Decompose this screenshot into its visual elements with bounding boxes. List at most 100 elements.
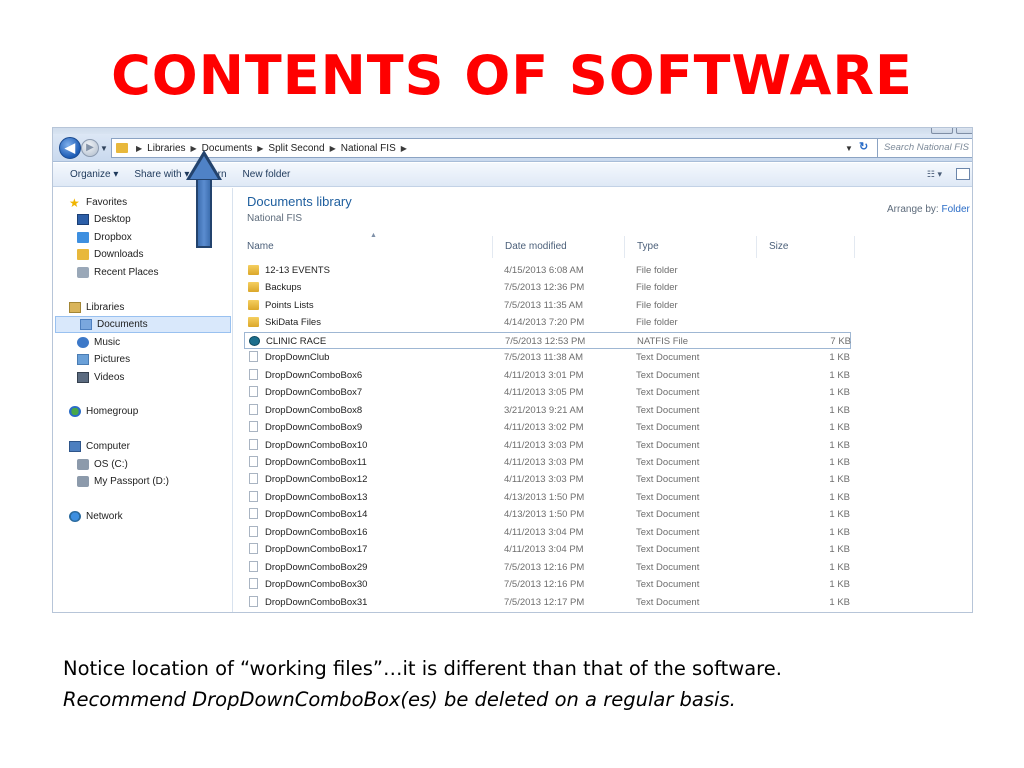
forward-button[interactable]: ▶ — [81, 139, 99, 157]
nav-music[interactable]: Music — [77, 334, 120, 351]
file-date-modified: 4/11/2013 3:04 PM — [504, 544, 584, 556]
file-type: Text Document — [636, 404, 700, 416]
file-row[interactable]: DropDownComboBox31 7/5/2013 12:17 PM Text … — [244, 594, 851, 611]
file-row[interactable]: Backups 7/5/2013 12:36 PM File folder — [244, 279, 851, 296]
file-row[interactable]: DropDownComboBox16 4/11/2013 3:04 PM Text … — [244, 524, 851, 541]
file-size: 1 KB — [829, 596, 850, 608]
nav-os-c[interactable]: OS (C:) — [77, 456, 128, 473]
nav-libraries[interactable]: Libraries — [69, 299, 124, 316]
network-icon — [69, 511, 81, 522]
file-row[interactable]: DropDownClub 7/5/2013 11:38 AM Text Docume… — [244, 349, 851, 366]
file-row[interactable]: 12-13 EVENTS 4/15/2013 6:08 AM File folder — [244, 262, 851, 279]
address-dropdown-icon[interactable]: ▼ — [845, 144, 853, 153]
arrange-by[interactable]: Arrange by: Folder — [887, 204, 970, 215]
file-date-modified: 4/11/2013 3:03 PM — [504, 439, 584, 451]
file-name: DropDownClub — [265, 352, 330, 364]
folder-icon — [116, 143, 128, 153]
nav-desktop[interactable]: Desktop — [77, 211, 131, 228]
file-size: 1 KB — [829, 491, 850, 503]
file-size: 1 KB — [829, 369, 850, 381]
column-header-date[interactable]: Date modified — [492, 236, 624, 258]
file-date-modified: 7/5/2013 12:16 PM — [504, 579, 585, 591]
annotation-arrow-shaft — [196, 178, 212, 248]
back-button[interactable]: ◀ — [59, 137, 81, 159]
new-folder-button[interactable]: New folder — [243, 169, 291, 180]
file-name: Backups — [265, 282, 302, 294]
recent-pages-dropdown[interactable]: ▼ — [100, 144, 108, 153]
maximize-button[interactable] — [956, 128, 972, 134]
nav-documents[interactable]: Documents — [55, 316, 231, 333]
explorer-window: ◀ ▶ ▼ ▶ Libraries ▶ Documents ▶ Split Se… — [52, 127, 973, 613]
file-row[interactable]: DropDownComboBox10 4/11/2013 3:03 PM Text … — [244, 437, 851, 454]
chevron-right-icon[interactable]: ▶ — [401, 144, 407, 153]
file-size: 7 KB — [830, 335, 851, 347]
file-row[interactable]: DropDownComboBox8 3/21/2013 9:21 AM Text D… — [244, 402, 851, 419]
search-input[interactable]: Search National FIS — [877, 138, 972, 158]
file-date-modified: 7/5/2013 12:53 PM — [505, 335, 586, 347]
column-header-size[interactable]: Size — [756, 236, 854, 258]
file-size: 1 KB — [829, 387, 850, 399]
breadcrumb-libraries[interactable]: Libraries — [147, 143, 185, 154]
file-row[interactable]: DropDownComboBox12 4/11/2013 3:03 PM Text … — [244, 471, 851, 488]
natfis-file-icon — [249, 335, 260, 346]
preview-pane-icon[interactable] — [956, 168, 970, 180]
nav-pictures[interactable]: Pictures — [77, 351, 130, 368]
file-name: DropDownComboBox12 — [265, 474, 368, 486]
breadcrumb-national-fis[interactable]: National FIS — [341, 143, 396, 154]
chevron-right-icon[interactable]: ▶ — [330, 144, 336, 153]
file-type: Text Document — [636, 352, 700, 364]
file-date-modified: 7/5/2013 12:16 PM — [504, 561, 585, 573]
file-type: File folder — [636, 299, 678, 311]
file-row[interactable]: DropDownComboBox30 7/5/2013 12:16 PM Text … — [244, 576, 851, 593]
minimize-button[interactable] — [931, 128, 953, 134]
dropbox-icon — [77, 232, 89, 243]
libraries-icon — [69, 302, 81, 313]
refresh-icon[interactable]: ↻ — [859, 140, 868, 153]
file-date-modified: 4/11/2013 3:03 PM — [504, 474, 584, 486]
file-row[interactable]: DropDownComboBox11 4/11/2013 3:03 PM Text … — [244, 454, 851, 471]
arrange-value[interactable]: Folder — [941, 204, 969, 215]
chevron-right-icon[interactable]: ▶ — [257, 144, 263, 153]
nav-favorites[interactable]: ★ Favorites — [69, 194, 127, 211]
text-document-icon — [249, 386, 258, 398]
chevron-right-icon[interactable]: ▶ — [136, 144, 142, 153]
nav-recent-places[interactable]: Recent Places — [77, 264, 158, 281]
nav-downloads[interactable]: Downloads — [77, 246, 143, 263]
nav-my-passport[interactable]: My Passport (D:) — [77, 473, 169, 490]
column-header-type[interactable]: Type — [624, 236, 756, 258]
file-row[interactable]: Points Lists 7/5/2013 11:35 AM File folder — [244, 297, 851, 314]
address-field[interactable]: ▶ Libraries ▶ Documents ▶ Split Second ▶… — [111, 138, 881, 158]
file-row[interactable]: DropDownComboBox17 4/11/2013 3:04 PM Text … — [244, 541, 851, 558]
file-row[interactable]: DropDownComboBox13 4/13/2013 1:50 PM Text … — [244, 489, 851, 506]
nav-homegroup[interactable]: Homegroup — [69, 403, 138, 420]
file-row[interactable]: CLINIC RACE 7/5/2013 12:53 PM NATFIS File 7… — [244, 331, 851, 349]
text-document-icon — [249, 473, 258, 485]
file-size: 1 KB — [829, 509, 850, 521]
nav-network[interactable]: Network — [69, 508, 123, 525]
file-size: 1 KB — [829, 474, 850, 486]
nav-label: Videos — [94, 372, 125, 383]
file-date-modified: 7/5/2013 12:17 PM — [504, 596, 585, 608]
share-with-button[interactable]: Share with ▾ — [134, 169, 189, 180]
file-row[interactable]: DropDownComboBox6 4/11/2013 3:01 PM Text D… — [244, 367, 851, 384]
downloads-icon — [77, 249, 89, 260]
change-view-icon[interactable]: ☷ ▾ — [927, 169, 942, 180]
column-divider[interactable] — [854, 236, 855, 258]
organize-button[interactable]: Organize ▾ — [70, 169, 118, 180]
nav-computer[interactable]: Computer — [69, 438, 130, 455]
file-row[interactable]: DropDownComboBox29 7/5/2013 12:16 PM Text … — [244, 559, 851, 576]
breadcrumb-split-second[interactable]: Split Second — [268, 143, 324, 154]
file-type: Text Document — [636, 579, 700, 591]
file-row[interactable]: DropDownComboBox9 4/11/2013 3:02 PM Text D… — [244, 419, 851, 436]
nav-dropbox[interactable]: Dropbox — [77, 229, 132, 246]
file-row[interactable]: DropDownComboBox14 4/13/2013 1:50 PM Text … — [244, 506, 851, 523]
nav-label: My Passport (D:) — [94, 476, 170, 487]
file-type: Text Document — [636, 544, 700, 556]
file-row[interactable]: SkiData Files 4/14/2013 7:20 PM File folde… — [244, 314, 851, 331]
nav-videos[interactable]: Videos — [77, 369, 124, 386]
file-date-modified: 7/5/2013 11:35 AM — [504, 299, 584, 311]
arrange-label: Arrange by: — [887, 204, 939, 215]
file-row[interactable]: DropDownComboBox7 4/11/2013 3:05 PM Text D… — [244, 384, 851, 401]
file-date-modified: 4/11/2013 3:03 PM — [504, 456, 584, 468]
column-header-name[interactable]: Name — [234, 236, 492, 258]
